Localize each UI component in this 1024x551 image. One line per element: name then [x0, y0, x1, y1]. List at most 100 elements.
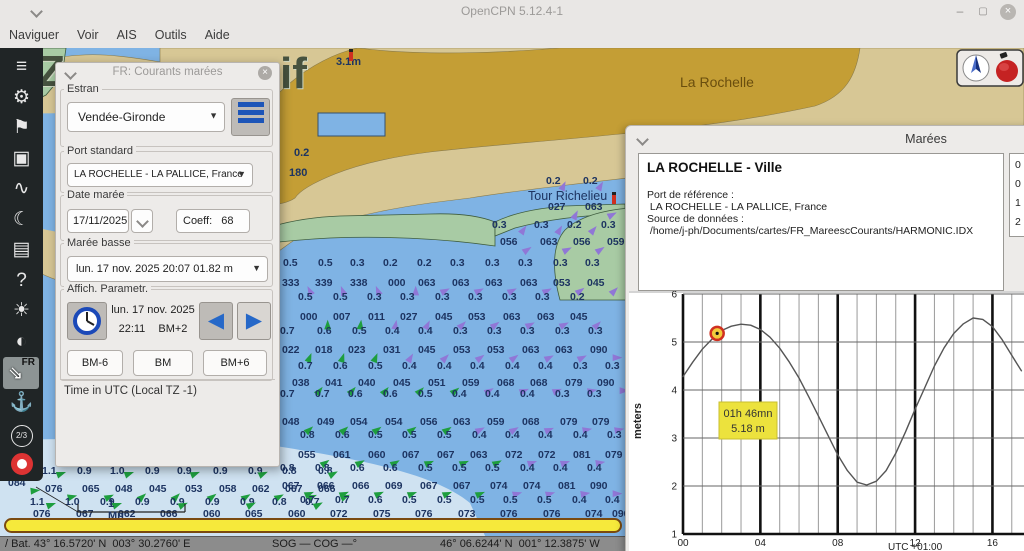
current-speed-value: 0.4: [437, 361, 452, 372]
menu-item-aide[interactable]: Aide: [196, 24, 239, 42]
current-direction-value: 007: [333, 312, 351, 323]
tide-curve-chart: 1234560004081216UTC +01:00meters01h 46mn…: [629, 291, 1024, 551]
current-speed-value: 0.3: [400, 292, 415, 303]
main-toolbar: ≡⚙⚑▣∿☾▤?☀◐FR⇘⚓2/3: [0, 48, 43, 481]
tide-list-item[interactable]: 0: [1015, 175, 1024, 194]
tide-times-list[interactable]: 0012: [1009, 153, 1024, 237]
date-label: Date marée: [64, 189, 127, 201]
close-button[interactable]: ×: [1000, 4, 1016, 20]
menu-item-voir[interactable]: Voir: [68, 24, 108, 42]
current-direction-value: 054: [385, 417, 403, 428]
maximize-button[interactable]: ▢: [975, 4, 991, 20]
track-icon[interactable]: ∿: [0, 174, 43, 204]
current-speed-value: 0.8: [272, 497, 287, 508]
chart-coverage-bar[interactable]: [4, 518, 622, 533]
clock-button[interactable]: [67, 302, 107, 340]
current-direction-value: 051: [428, 378, 446, 389]
tide-list-item[interactable]: 0: [1015, 156, 1024, 175]
current-speed-value: 0.5: [352, 326, 367, 337]
station-info-box: LA ROCHELLE - Ville Port de référence : …: [638, 153, 1004, 291]
tide-date-input[interactable]: 17/11/2025: [67, 209, 129, 233]
current-direction-value: 000: [300, 312, 318, 323]
port-group: Port standard LA ROCHELLE - LA PALLICE, …: [60, 151, 273, 193]
selected-date: lun. 17 nov. 2025: [109, 304, 197, 316]
tide-list-item[interactable]: 2: [1015, 213, 1024, 232]
current-direction-value: 090: [590, 345, 608, 356]
current-direction-value: 063: [485, 278, 503, 289]
route-create-icon[interactable]: ⚑: [0, 113, 43, 143]
svg-text:04: 04: [755, 538, 767, 549]
current-direction-value: 048: [282, 417, 300, 428]
date-dropdown-button[interactable]: [131, 209, 153, 233]
current-speed-value: 0.7: [280, 326, 295, 337]
cursor-position-text: / Bat. 43° 16.5720' N 003° 30.2760' E: [5, 538, 190, 550]
chart-outlines-icon[interactable]: ☀: [0, 296, 43, 326]
current-speed-value: 0.3: [535, 292, 550, 303]
port-select[interactable]: LA ROCHELLE - LA PALLICE, France ▼: [67, 163, 253, 187]
ownship-position-text: 46° 06.6244' N 001° 12.3875' W: [440, 538, 600, 550]
current-speed-value: 0.7: [298, 361, 313, 372]
low-tide-group: Marée basse lun. 17 nov. 2025 20:07 01.8…: [60, 243, 273, 287]
current-direction-value: 045: [587, 278, 605, 289]
current-direction-value: 056: [420, 417, 438, 428]
current-speed-value: 0.2: [417, 258, 432, 269]
tides-panel-title: Marées: [626, 132, 1024, 146]
current-direction-value: 023: [348, 345, 366, 356]
compass-gps-widget[interactable]: [956, 49, 1024, 92]
minimize-button[interactable]: –: [952, 4, 968, 20]
current-direction-value: 059: [607, 237, 625, 248]
estran-value: Vendée-Gironde: [78, 110, 165, 124]
current-direction-value: 068: [522, 417, 540, 428]
current-speed-value: 0.5: [485, 463, 500, 474]
tide-date-value: 17/11/2025: [73, 215, 127, 227]
current-speed-value: 0.5: [283, 258, 298, 269]
settings-icon[interactable]: ⚙: [0, 83, 43, 113]
wmm-plugin-icon[interactable]: ◐: [0, 327, 43, 357]
menu-icon[interactable]: ≡: [0, 52, 43, 82]
current-direction-value: 045: [435, 312, 453, 323]
low-tide-select[interactable]: lun. 17 nov. 2025 20:07 01.82 m ▼: [67, 256, 268, 282]
currents-dialog: FR: Courants marées × Estran Vendée-Giro…: [55, 62, 280, 467]
tide-list-item[interactable]: 1: [1015, 194, 1024, 213]
print-icon[interactable]: ▤: [0, 235, 43, 265]
current-speed-value: 0.4: [385, 326, 400, 337]
menu-item-outils[interactable]: Outils: [146, 24, 196, 42]
estran-list-button[interactable]: [231, 98, 270, 136]
svg-text:3: 3: [671, 434, 677, 445]
svg-text:6: 6: [671, 291, 677, 301]
bm-button[interactable]: BM: [133, 350, 193, 376]
current-speed-value: 0.4: [605, 495, 620, 506]
current-speed-value: 0.3: [587, 389, 602, 400]
data-source-value: /home/j-ph/Documents/cartes/FR_MareescCo…: [647, 225, 995, 237]
route-manager-icon[interactable]: ▣: [0, 144, 43, 174]
svg-text:01h 46mn: 01h 46mn: [724, 408, 773, 420]
current-direction-value: 000: [388, 278, 406, 289]
mob-icon[interactable]: [0, 449, 43, 479]
current-direction-value: 063: [453, 417, 471, 428]
help-icon[interactable]: ?: [0, 266, 43, 296]
night-mode-icon[interactable]: ☾: [0, 205, 43, 235]
coeff-value: 68: [221, 215, 233, 227]
fr-currents-icon[interactable]: FR⇘: [3, 357, 39, 389]
next-step-button[interactable]: ▶: [237, 302, 271, 340]
current-speed-value: 0.4: [470, 361, 485, 372]
current-speed-value: 0.4: [520, 463, 535, 474]
port-label: Port standard: [64, 145, 136, 157]
estran-select[interactable]: Vendée-Gironde ▼: [67, 102, 225, 132]
menu-item-naviguer[interactable]: Naviguer: [0, 24, 68, 42]
current-direction-value: 053: [553, 278, 571, 289]
grib-icon[interactable]: 2/3: [0, 418, 43, 448]
current-speed-value: 0.3: [487, 326, 502, 337]
display-params-label: Affich. Parametr.: [64, 283, 151, 295]
menu-item-ais[interactable]: AIS: [108, 24, 146, 42]
previous-step-button[interactable]: ◀: [199, 302, 233, 340]
bm-minus-6-button[interactable]: BM-6: [67, 350, 123, 376]
anchor-icon[interactable]: ⚓: [0, 388, 43, 418]
current-direction-value: 066: [318, 484, 336, 495]
dialog-close-icon[interactable]: ×: [258, 66, 272, 80]
bm-plus-6-button[interactable]: BM+6: [203, 350, 267, 376]
current-direction-value: 063: [470, 450, 488, 461]
current-direction-value: 079: [605, 450, 623, 461]
dropdown-arrow-icon: ▼: [209, 102, 218, 130]
current-speed-value: 0.3: [520, 326, 535, 337]
